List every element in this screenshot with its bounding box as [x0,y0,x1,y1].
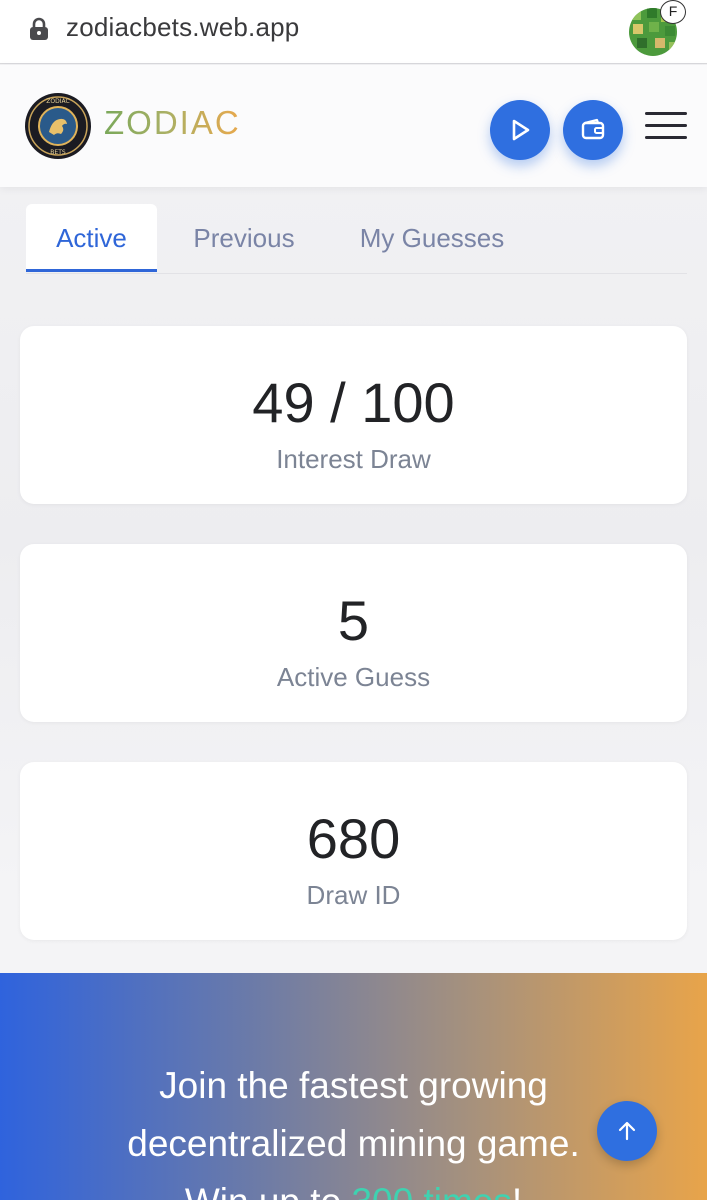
menu-button[interactable] [645,112,689,142]
site-header: ZODIAC BETS ZODIAC [0,65,707,187]
arrow-up-icon [618,1121,636,1141]
draw-id-label: Draw ID [306,880,401,910]
active-guess-value: 5 [337,589,370,652]
promo-banner: Join the fastest growing decentralized m… [0,973,707,1200]
banner-line-1: Join the fastest growing [159,1065,548,1106]
draw-id-value: 680 [306,807,401,870]
interest-draw-card: 49 / 100 Interest Draw [20,326,687,504]
banner-line-3: Win up to 300 times! [0,1181,707,1200]
wallet-icon [581,118,605,140]
tab-previous[interactable]: Previous [176,204,312,272]
wallet-button[interactable] [563,100,623,160]
page: zodiacbets.web.app F ZODIAC BETS ZODIAC … [0,0,707,1200]
banner-line-3-suffix: ! [512,1181,522,1200]
menu-icon-bar [645,112,687,115]
draw-id-card: 680 Draw ID [20,762,687,940]
url-text[interactable]: zodiacbets.web.app [66,12,299,43]
menu-icon-bar [645,136,687,139]
active-guess-card: 5 Active Guess [20,544,687,722]
scroll-to-top-button[interactable] [597,1101,657,1161]
lock-icon [30,17,48,40]
play-button[interactable] [490,100,550,160]
menu-icon-bar [645,124,687,127]
play-icon [512,119,530,141]
tab-my-guesses[interactable]: My Guesses [344,204,520,272]
interest-draw-value: 49 / 100 [252,371,455,434]
browser-address-bar[interactable]: zodiacbets.web.app F [0,0,707,64]
tab-active[interactable]: Active [26,204,157,272]
banner-highlight: 300 times [351,1181,511,1200]
brand-name[interactable]: ZODIAC [104,104,241,142]
draw-tabs: Active Previous My Guesses [26,204,687,274]
logo-text-bottom: BETS [50,149,66,156]
profile-initial-badge: F [660,0,686,24]
banner-line-3-prefix: Win up to [185,1181,352,1200]
interest-draw-label: Interest Draw [276,444,431,474]
zodiac-logo[interactable]: ZODIAC BETS [24,92,92,160]
logo-text-top: ZODIAC [46,98,69,105]
active-guess-label: Active Guess [276,662,431,692]
